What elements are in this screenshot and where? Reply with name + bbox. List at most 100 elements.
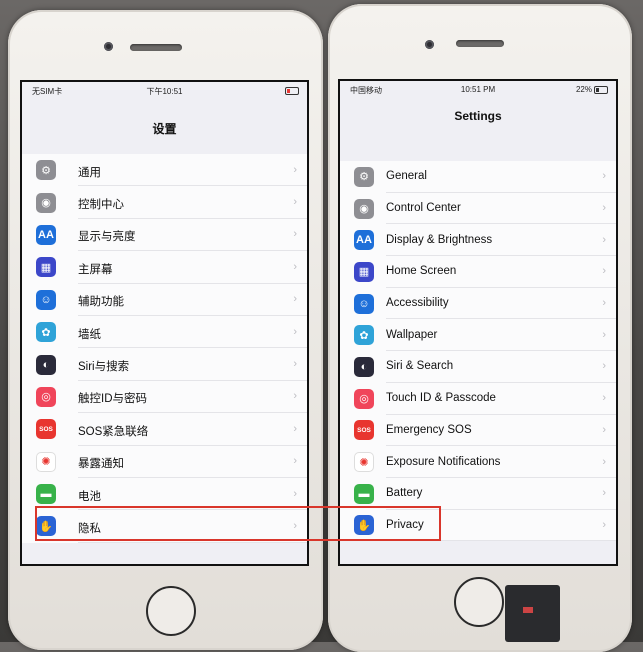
sensor-cover [505, 585, 560, 642]
chevron-right-icon: › [602, 328, 606, 341]
text-size-icon: AA [354, 230, 374, 251]
settings-row-exposure[interactable]: ✺ 暴露通知 › [22, 446, 307, 478]
settings-screen-zh: 无SIM卡 下午10:51 设置 ⚙ 通用 › ◉ 控制中心 › AA 显示与亮度 › ▦ 主屏幕 ›… [22, 82, 307, 564]
chevron-right-icon: › [293, 260, 297, 273]
settings-row-flower[interactable]: ✿ 墙纸 › [22, 316, 307, 349]
settings-row-text-size[interactable]: AA 显示与亮度 › [22, 219, 307, 252]
exposure-icon: ✺ [354, 452, 374, 473]
sos-icon: SOS [36, 419, 56, 440]
settings-row-fingerprint[interactable]: ◎ Touch ID & Passcode › [340, 383, 616, 415]
settings-row-label: 显示与亮度 [78, 231, 136, 244]
exposure-icon: ✺ [36, 451, 56, 472]
page-title: Settings [454, 109, 502, 123]
settings-row-text-size[interactable]: AA Display & Brightness › [340, 224, 616, 257]
toggles-icon: ◉ [36, 192, 56, 213]
settings-row-sos[interactable]: SOS Emergency SOS › [340, 415, 616, 447]
flower-icon: ✿ [354, 325, 374, 346]
home-button[interactable] [454, 577, 504, 627]
fingerprint-icon: ◎ [354, 388, 374, 409]
chevron-right-icon: › [293, 196, 297, 209]
settings-row-label: Siri与搜索 [78, 361, 130, 374]
fingerprint-icon: ◎ [36, 386, 56, 407]
settings-row-toggles[interactable]: ◉ Control Center › [340, 193, 616, 225]
chevron-right-icon: › [602, 297, 606, 310]
settings-row-sos[interactable]: SOS SOS紧急联络 › [22, 413, 307, 446]
earpiece-speaker [456, 40, 504, 47]
settings-row-label: Siri & Search [386, 360, 454, 373]
siri-icon: ◐ [36, 354, 56, 375]
grid-icon: ▦ [354, 261, 374, 282]
grid-icon: ▦ [36, 257, 56, 278]
settings-row-label: Emergency SOS [386, 423, 472, 436]
settings-row-label: 主屏幕 [78, 263, 113, 276]
siri-icon: ◐ [354, 356, 374, 377]
battery-icon: ▬ [354, 483, 374, 504]
chevron-right-icon: › [293, 163, 297, 176]
settings-row-label: SOS紧急联络 [78, 425, 149, 438]
row-divider [78, 541, 307, 543]
accessibility-icon: ☺ [354, 293, 374, 314]
settings-row-grid[interactable]: ▦ Home Screen › [340, 256, 616, 288]
settings-row-accessibility[interactable]: ☺ 辅助功能 › [22, 284, 307, 316]
sos-icon: SOS [354, 420, 374, 441]
settings-row-siri[interactable]: ◐ Siri与搜索 › [22, 348, 307, 381]
clock: 10:51 PM [460, 85, 496, 94]
settings-row-flower[interactable]: ✿ Wallpaper › [340, 319, 616, 352]
settings-row-fingerprint[interactable]: ◎ 触控ID与密码 › [22, 381, 307, 414]
settings-row-label: Home Screen [386, 265, 457, 278]
settings-row-label: Control Center [386, 202, 461, 215]
chevron-right-icon: › [602, 360, 606, 373]
settings-row-label: Wallpaper [386, 328, 438, 341]
text-size-icon: AA [36, 224, 56, 245]
settings-row-label: Exposure Notifications [386, 455, 501, 468]
phone-left: 无SIM卡 下午10:51 设置 ⚙ 通用 › ◉ 控制中心 › AA 显示与亮度 › ▦ 主屏幕 ›… [8, 10, 323, 650]
chevron-right-icon: › [293, 390, 297, 403]
settings-row-label: 通用 [78, 166, 101, 179]
battery-indicator: 22% [576, 85, 608, 94]
settings-list: ⚙ 通用 › ◉ 控制中心 › AA 显示与亮度 › ▦ 主屏幕 › ☺ 辅助功能 › ✿ 墙纸 › ◐ Siri与搜… [22, 154, 307, 543]
chevron-right-icon: › [293, 293, 297, 306]
settings-row-label: 控制中心 [78, 199, 124, 212]
status-bar: 中国移动 10:51 PM 22% [340, 81, 616, 97]
chevron-right-icon: › [602, 455, 606, 468]
chevron-right-icon: › [293, 422, 297, 435]
settings-row-gear[interactable]: ⚙ 通用 › [22, 154, 307, 187]
chevron-right-icon: › [602, 233, 606, 246]
privacy-highlight-box [35, 506, 441, 541]
chevron-right-icon: › [602, 423, 606, 436]
settings-row-label: Battery [386, 487, 423, 500]
settings-row-label: 触控ID与密码 [78, 393, 147, 406]
settings-row-exposure[interactable]: ✺ Exposure Notifications › [340, 446, 616, 478]
settings-row-label: General [386, 170, 427, 183]
battery-icon [283, 86, 299, 95]
settings-row-label: Accessibility [386, 297, 449, 310]
front-camera [104, 42, 113, 51]
settings-row-label: Touch ID & Passcode [386, 392, 496, 405]
settings-row-label: 辅助功能 [78, 296, 124, 309]
settings-screen-en: 中国移动 10:51 PM 22% Settings ⚙ General › ◉ Con… [340, 81, 616, 564]
settings-row-label: 电池 [78, 490, 101, 503]
front-camera [425, 40, 434, 49]
earpiece-speaker [130, 44, 182, 51]
chevron-right-icon: › [602, 518, 606, 531]
settings-row-siri[interactable]: ◐ Siri & Search › [340, 351, 616, 383]
chevron-right-icon: › [293, 228, 297, 241]
settings-list: ⚙ General › ◉ Control Center › AA Display & Bri… [340, 161, 616, 542]
chevron-right-icon: › [602, 392, 606, 405]
home-button[interactable] [146, 586, 196, 636]
chevron-right-icon: › [293, 358, 297, 371]
settings-row-accessibility[interactable]: ☺ Accessibility › [340, 288, 616, 320]
status-bar: 无SIM卡 下午10:51 [22, 82, 307, 98]
page-title: 设置 [152, 122, 177, 136]
settings-row-toggles[interactable]: ◉ 控制中心 › [22, 186, 307, 219]
chevron-right-icon: › [293, 325, 297, 338]
settings-row-battery[interactable]: ▬ Battery › [340, 478, 616, 510]
settings-row-label: 墙纸 [78, 328, 101, 341]
chevron-right-icon: › [293, 487, 297, 500]
settings-row-gear[interactable]: ⚙ General › [340, 161, 616, 193]
chevron-right-icon: › [602, 265, 606, 278]
chevron-right-icon: › [602, 487, 606, 500]
settings-row-grid[interactable]: ▦ 主屏幕 › [22, 251, 307, 284]
chevron-right-icon: › [602, 170, 606, 183]
gear-icon: ⚙ [36, 160, 56, 181]
